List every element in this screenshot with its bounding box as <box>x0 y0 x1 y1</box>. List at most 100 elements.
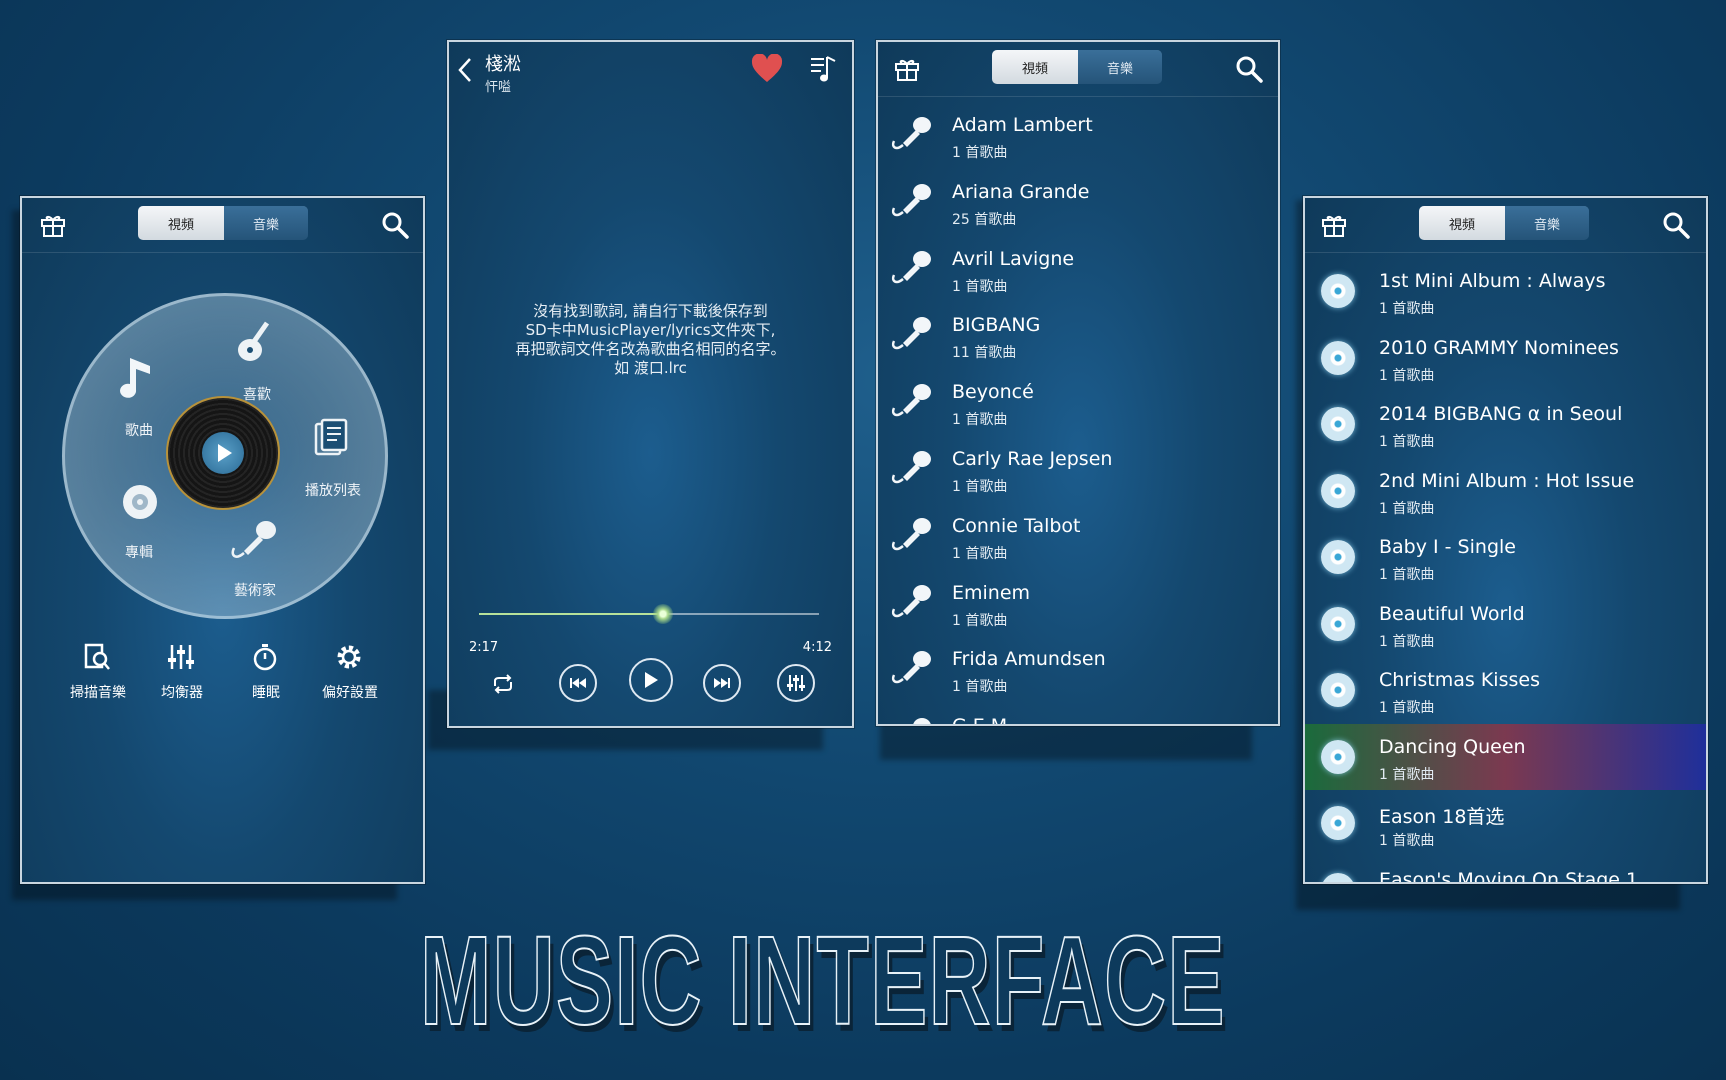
artist-name: Adam Lambert <box>952 114 1093 136</box>
play-disc-button[interactable] <box>166 396 280 510</box>
scan-icon[interactable] <box>82 642 112 672</box>
previous-button[interactable] <box>559 664 597 702</box>
gift-icon[interactable] <box>40 212 66 238</box>
scan-music-label[interactable]: 掃描音樂 <box>58 682 138 702</box>
album-song-count: 1 首歌曲 <box>1379 766 1435 783</box>
album-name: Eason's Moving On Stage 1 <box>1379 868 1639 884</box>
search-icon[interactable] <box>380 210 410 240</box>
album-list-item[interactable]: 2010 GRAMMY Nominees 1 首歌曲 <box>1305 325 1706 391</box>
gift-icon[interactable] <box>894 56 920 82</box>
album-song-count: 1 首歌曲 <box>1379 700 1435 716</box>
wheel-artists-label[interactable]: 藝術家 <box>210 580 300 600</box>
music-note-icon[interactable] <box>120 356 160 404</box>
artist-name: BIGBANG <box>952 314 1041 337</box>
player-equalizer-button[interactable] <box>777 664 815 702</box>
album-list-item[interactable]: Christmas Kisses 1 首歌曲 <box>1305 657 1706 723</box>
album-disc-icon <box>1321 340 1355 375</box>
album-list-item[interactable]: Eason 18首选 1 首歌曲 <box>1305 790 1706 856</box>
tab-video[interactable]: 視頻 <box>1419 206 1505 240</box>
timer-icon[interactable] <box>250 642 280 672</box>
equalizer-label[interactable]: 均衡器 <box>142 682 222 702</box>
lyrics-line-2: SD卡中MusicPlayer/lyrics文件夾下, <box>525 321 776 339</box>
guitar-icon[interactable] <box>234 314 280 364</box>
tab-video[interactable]: 視頻 <box>992 50 1078 84</box>
album-disc-icon <box>1321 606 1355 641</box>
album-song-count: 1 首歌曲 <box>1379 434 1435 450</box>
duration-time: 4:12 <box>802 640 832 655</box>
album-list-item[interactable]: Dancing Queen 1 首歌曲 <box>1305 723 1706 790</box>
album-disc-icon <box>1321 872 1355 882</box>
search-icon[interactable] <box>1661 210 1691 240</box>
album-disc-icon <box>1321 673 1355 707</box>
artist-list-item[interactable]: Beyoncé 1 首歌曲 <box>878 369 1278 435</box>
album-name: Eason 18首选 <box>1379 806 1505 828</box>
microphone-icon <box>913 718 931 724</box>
artist-list-item[interactable]: BIGBANG 11 首歌曲 <box>878 302 1278 368</box>
album-song-count: 1 首歌曲 <box>1379 833 1435 849</box>
heart-icon[interactable] <box>751 54 783 84</box>
equalizer-icon[interactable] <box>166 642 196 672</box>
sleep-label[interactable]: 睡眠 <box>226 682 306 702</box>
next-button[interactable] <box>703 664 741 702</box>
artist-name: Ariana Grande <box>952 180 1090 203</box>
album-list: 1st Mini Album : Always 1 首歌曲 2010 GRAMMY … <box>1305 252 1706 882</box>
microphone-icon <box>891 317 931 350</box>
album-song-count: 1 首歌曲 <box>1379 633 1435 650</box>
microphone-icon <box>891 651 931 684</box>
repeat-icon[interactable] <box>491 674 515 694</box>
preferences-label[interactable]: 偏好設置 <box>310 682 390 702</box>
artist-list-item[interactable]: Carly Rae Jepsen 1 首歌曲 <box>878 436 1278 502</box>
caption-title: MUSIC INTERFACE <box>419 909 1226 1052</box>
album-disc-icon[interactable] <box>120 482 160 522</box>
album-name: 1st Mini Album : Always <box>1379 270 1606 292</box>
microphone-icon <box>891 250 931 283</box>
tab-music[interactable]: 音樂 <box>224 206 308 240</box>
artist-list-item[interactable]: Connie Talbot 1 首歌曲 <box>878 503 1278 569</box>
tab-music[interactable]: 音樂 <box>1505 206 1589 240</box>
tab-music[interactable]: 音樂 <box>1078 50 1162 84</box>
play-button[interactable] <box>629 658 673 702</box>
search-icon[interactable] <box>1234 54 1264 84</box>
artist-list-item[interactable]: Ariana Grande 25 首歌曲 <box>878 169 1278 235</box>
artist-song-count: 11 首歌曲 <box>952 345 1017 362</box>
artists-topbar: 視頻 音樂 <box>878 42 1278 96</box>
album-disc-icon <box>1321 540 1355 574</box>
tab-video[interactable]: 視頻 <box>138 206 224 240</box>
album-name: 2010 GRAMMY Nominees <box>1379 336 1619 359</box>
microphone-icon[interactable] <box>228 518 280 564</box>
artist-list-item[interactable]: Adam Lambert 1 首歌曲 <box>878 102 1278 168</box>
artist-list-item[interactable]: Avril Lavigne 1 首歌曲 <box>878 236 1278 302</box>
artist-list-item[interactable]: Frida Amundsen 1 首歌曲 <box>878 636 1278 702</box>
album-list-item[interactable]: Baby I - Single 1 首歌曲 <box>1305 524 1706 590</box>
back-chevron-icon[interactable] <box>457 56 473 84</box>
playlist-queue-icon[interactable] <box>809 54 837 84</box>
artist-name: G.E.M. <box>952 715 1013 724</box>
album-name: Christmas Kisses <box>1379 669 1540 691</box>
seek-bar[interactable] <box>479 613 819 615</box>
gift-icon[interactable] <box>1321 212 1347 238</box>
wheel-albums-label[interactable]: 專輯 <box>94 542 184 562</box>
wheel-playlist-label[interactable]: 播放列表 <box>288 480 378 500</box>
album-list-item[interactable]: Eason's Moving On Stage 1 <box>1305 857 1706 884</box>
artist-name: Avril Lavigne <box>952 247 1075 270</box>
microphone-icon <box>891 117 931 150</box>
seek-thumb[interactable] <box>652 604 673 624</box>
lyrics-line-4: 如 渡口.lrc <box>614 359 687 377</box>
artist-name: Carly Rae Jepsen <box>952 448 1113 470</box>
album-list-item[interactable]: 1st Mini Album : Always 1 首歌曲 <box>1305 258 1706 324</box>
artist-name: Eminem <box>952 581 1031 604</box>
artist-list-item[interactable]: Eminem 1 首歌曲 <box>878 570 1278 636</box>
album-song-count: 1 首歌曲 <box>1379 367 1435 384</box>
album-disc-icon <box>1321 473 1355 508</box>
song-artist: 忓嗌 <box>485 80 512 95</box>
album-list-item[interactable]: 2014 BIGBANG α in Seoul 1 首歌曲 <box>1305 391 1706 457</box>
playlist-icon[interactable] <box>312 418 352 458</box>
artist-list-item[interactable]: G.E.M. <box>878 703 1278 724</box>
artist-name: Connie Talbot <box>952 514 1081 537</box>
artist-song-count: 1 首歌曲 <box>952 545 1008 562</box>
album-name: 2nd Mini Album : Hot Issue <box>1379 469 1635 492</box>
gear-icon[interactable] <box>334 642 364 672</box>
album-list-item[interactable]: 2nd Mini Album : Hot Issue 1 首歌曲 <box>1305 458 1706 524</box>
album-disc-icon <box>1321 407 1355 441</box>
album-list-item[interactable]: Beautiful World 1 首歌曲 <box>1305 591 1706 657</box>
